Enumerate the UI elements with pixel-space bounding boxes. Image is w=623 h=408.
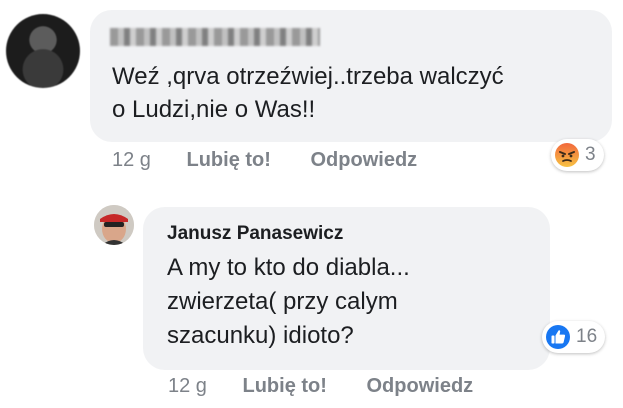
angry-icon bbox=[553, 141, 581, 169]
comment-1-actions: 12 g Lubię to! Odpowiedz bbox=[112, 149, 417, 172]
comment-1-line-2: o Ludzi,nie o Was!! bbox=[112, 96, 316, 123]
comment-1-reactions[interactable]: 3 bbox=[551, 139, 604, 171]
comment-2-text: A my to kto do diabla... zwierzeta( przy… bbox=[167, 251, 527, 353]
comment-bubble-2: Janusz Panasewicz A my to kto do diabla.… bbox=[143, 207, 550, 370]
comment-2-author[interactable]: Janusz Panasewicz bbox=[167, 223, 343, 245]
commenter-avatar-blurred[interactable] bbox=[6, 14, 80, 88]
comment-1-like-button[interactable]: Lubię to! bbox=[187, 149, 271, 171]
comment-2-reaction-count: 16 bbox=[576, 326, 598, 347]
comment-2-reply-button[interactable]: Odpowiedz bbox=[367, 375, 474, 397]
janusz-avatar[interactable] bbox=[94, 205, 134, 245]
comment-1-reaction-count: 3 bbox=[585, 144, 596, 165]
commenter-name-blurred[interactable] bbox=[110, 28, 320, 46]
comment-1-line-1: Weź ,qrva otrzeźwiej..trzeba walczyć bbox=[112, 63, 504, 90]
comment-2-reactions[interactable]: 16 bbox=[542, 321, 606, 353]
comment-1-text: Weź ,qrva otrzeźwiej..trzeba walczyć o L… bbox=[112, 60, 602, 126]
comment-1-reply-button[interactable]: Odpowiedz bbox=[311, 149, 418, 171]
comment-2-line-2: zwierzeta( przy calym bbox=[167, 288, 398, 315]
comment-2-like-button[interactable]: Lubię to! bbox=[243, 375, 327, 397]
comment-2-line-1: A my to kto do diabla... bbox=[167, 254, 410, 281]
comment-2-line-3: szacunku) idioto? bbox=[167, 322, 354, 349]
comment-bubble-1: Weź ,qrva otrzeźwiej..trzeba walczyć o L… bbox=[90, 10, 612, 142]
comment-2-actions: 12 g Lubię to! Odpowiedz bbox=[168, 375, 473, 398]
like-icon bbox=[544, 323, 572, 351]
comment-2-time[interactable]: 12 g bbox=[168, 375, 207, 397]
comment-1-time[interactable]: 12 g bbox=[112, 149, 151, 171]
